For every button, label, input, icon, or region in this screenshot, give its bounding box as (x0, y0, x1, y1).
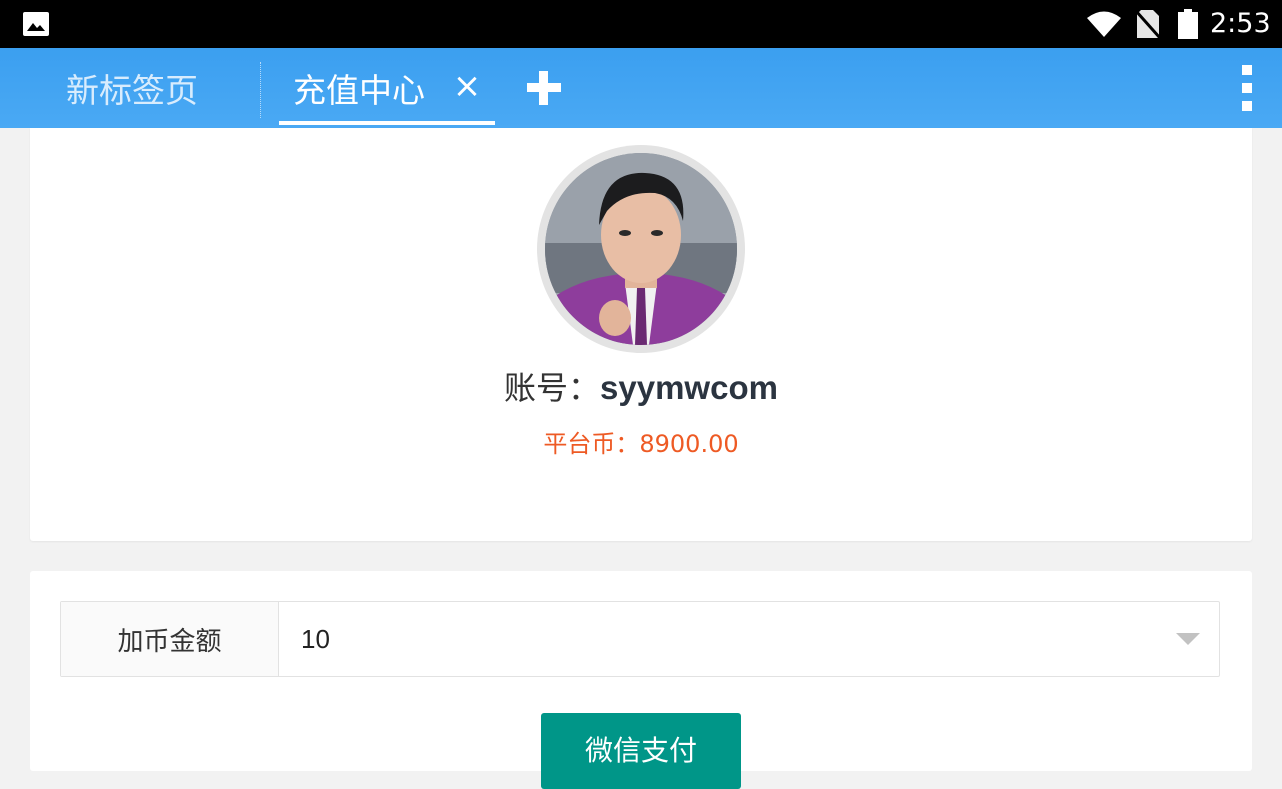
profile-card: 账号：syymwcom 平台币：8900.00 (30, 128, 1252, 541)
recharge-card: 加币金额 10 微信支付 (30, 571, 1252, 789)
tab-new-tab[interactable]: 新标签页 (66, 48, 198, 128)
more-menu-icon[interactable] (1240, 65, 1254, 111)
status-bar: 2:53 (0, 0, 1282, 48)
coins-label: 平台币： (543, 430, 640, 458)
status-time: 2:53 (1210, 8, 1271, 39)
amount-select[interactable]: 加币金额 10 (60, 601, 1220, 677)
tab-divider (260, 62, 261, 118)
battery-icon (1178, 9, 1198, 39)
tab-label: 充值中心 (293, 71, 425, 110)
wifi-icon (1087, 11, 1121, 37)
add-tab-icon[interactable] (527, 71, 561, 105)
account-value: syymwcom (600, 369, 778, 406)
no-sim-icon (1136, 10, 1160, 39)
tab-recharge-center[interactable]: 充值中心 (293, 48, 425, 128)
gallery-icon (23, 12, 49, 36)
wechat-pay-button[interactable]: 微信支付 (541, 713, 741, 789)
close-tab-icon[interactable]: × (452, 66, 482, 106)
avatar-photo (545, 153, 737, 345)
tab-label: 新标签页 (66, 71, 198, 110)
amount-label: 加币金额 (61, 602, 279, 676)
avatar (537, 145, 745, 353)
amount-selected-value[interactable]: 10 (301, 602, 330, 676)
dropdown-caret-icon[interactable] (1176, 633, 1200, 645)
account-label: 账号： (504, 369, 601, 407)
platform-coins-line: 平台币：8900.00 (30, 426, 1252, 462)
browser-tab-bar: 新标签页 充值中心 × (0, 48, 1282, 128)
account-line: 账号：syymwcom (30, 364, 1252, 412)
coins-value: 8900.00 (639, 430, 739, 458)
active-tab-indicator (279, 121, 495, 125)
